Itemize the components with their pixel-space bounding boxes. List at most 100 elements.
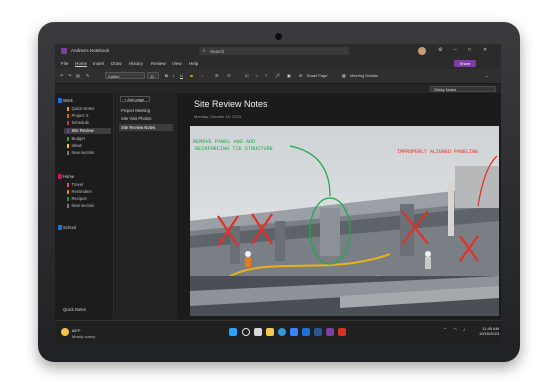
- chevron-up-icon[interactable]: ⌃: [443, 327, 447, 333]
- search-icon: ⌕: [203, 48, 206, 54]
- window-title: Andrea's Notebook: [71, 48, 110, 53]
- font-size-select[interactable]: 11: [147, 72, 159, 79]
- highlight-icon[interactable]: ▰: [190, 72, 193, 80]
- store-icon[interactable]: [290, 328, 298, 336]
- star-tag-icon[interactable]: ☆: [255, 72, 259, 80]
- search-box[interactable]: ⌕ Search: [199, 47, 349, 55]
- section-item[interactable]: Project X: [67, 113, 89, 119]
- question-tag-icon[interactable]: ?: [265, 72, 267, 80]
- file-explorer-icon[interactable]: [266, 328, 274, 336]
- redo-icon[interactable]: ↷: [68, 72, 71, 80]
- bullets-icon[interactable]: ☰: [215, 72, 219, 80]
- undo-icon[interactable]: ↶: [60, 72, 63, 80]
- notebook-icon: [58, 174, 62, 179]
- title-bar: Andrea's Notebook ⌕ Search ⚙ – □ ✕: [55, 44, 501, 59]
- word-icon[interactable]: [314, 328, 322, 336]
- add-page-button[interactable]: + Add page: [120, 96, 150, 102]
- clock[interactable]: 11:45 AM 10/16/2023: [479, 326, 499, 336]
- page-title: Site Review Notes: [194, 99, 268, 109]
- bold-button[interactable]: B: [165, 72, 168, 80]
- avatar[interactable]: [418, 47, 426, 55]
- checkbox-tag-icon[interactable]: ☑: [245, 72, 249, 80]
- search-placeholder: Search: [210, 48, 225, 54]
- font-name-select[interactable]: Calibri: [105, 72, 145, 79]
- immersive-reader-icon[interactable]: ▣: [287, 72, 291, 80]
- menu-history[interactable]: History: [129, 61, 143, 66]
- section-item[interactable]: Reminders: [67, 189, 92, 195]
- site-photo: REMOVE PANEL AND ADD REINFORCING TIE STR…: [190, 126, 499, 316]
- notebook-icon: [58, 225, 62, 230]
- menu-home[interactable]: Home: [75, 61, 87, 66]
- page-item-selected[interactable]: Site Review Notes: [119, 124, 173, 131]
- section-item-selected[interactable]: Site Review: [64, 128, 111, 134]
- annotation-right: IMPROPERLY ALIGNED PANELING: [397, 149, 478, 155]
- windows-start-icon[interactable]: [229, 328, 237, 336]
- outlook-icon[interactable]: [302, 328, 310, 336]
- section-item[interactable]: New section: [67, 150, 94, 156]
- taskbar: 68°F Mostly sunny ⌃ ◠ ♪ 11:45 AM 10/16/2…: [55, 320, 501, 344]
- section-item[interactable]: Quick Notes: [67, 106, 94, 112]
- onenote-app-icon: [61, 48, 67, 54]
- ribbon: ↶ ↷ ▤ ✎ Calibri 11 B I U ▰ A ☰ ☷ ☑ ☆ ? 🎤…: [55, 69, 501, 84]
- weather-temp: 68°F: [72, 328, 81, 333]
- page-item[interactable]: Project Meeting: [119, 107, 173, 114]
- onenote-icon[interactable]: [326, 328, 334, 336]
- notebook-icon: [58, 98, 62, 103]
- sub-toolbar: Sticky Notes: [55, 84, 501, 93]
- ribbon-collapse-icon[interactable]: ⌄: [485, 72, 488, 80]
- close-icon[interactable]: ✕: [483, 47, 487, 53]
- weather-desc: Mostly sunny: [72, 334, 96, 339]
- notebook-home[interactable]: Home: [63, 173, 74, 180]
- menu-bar: File Home Insert Draw History Review Vie…: [55, 59, 501, 69]
- share-button[interactable]: Share: [454, 60, 476, 67]
- menu-insert[interactable]: Insert: [93, 61, 104, 66]
- quick-notes-link[interactable]: Quick Notes: [63, 307, 86, 312]
- volume-icon[interactable]: ♪: [463, 327, 465, 332]
- annotation-left-line-1: REMOVE PANEL AND ADD: [193, 139, 255, 145]
- menu-help[interactable]: Help: [189, 61, 198, 66]
- format-painter-icon[interactable]: ✎: [86, 72, 89, 80]
- page-canvas[interactable]: Site Review Notes Monday, October 16, 20…: [177, 93, 501, 319]
- menu-review[interactable]: Review: [151, 61, 166, 66]
- tablet-device: Andrea's Notebook ⌕ Search ⚙ – □ ✕ File …: [38, 22, 520, 362]
- section-item[interactable]: Ideas: [67, 143, 82, 149]
- notebook-school[interactable]: School: [63, 224, 76, 231]
- section-item[interactable]: Schedule: [67, 120, 89, 126]
- italic-button[interactable]: I: [173, 72, 174, 80]
- wifi-icon[interactable]: ◠: [453, 327, 457, 333]
- section-item[interactable]: Recipes: [67, 196, 87, 202]
- email-page-button[interactable]: Email Page: [307, 72, 327, 80]
- search-icon[interactable]: [242, 328, 250, 336]
- email-page-icon[interactable]: ✉: [299, 72, 302, 80]
- sun-icon: [61, 328, 69, 336]
- annotation-left-line-2: REINFORCING TIE STRUCTURE: [195, 146, 273, 152]
- page-list: + Add page Project Meeting Site Visit Ph…: [115, 93, 177, 319]
- settings-icon[interactable]: ⚙: [438, 47, 442, 53]
- meeting-details-icon[interactable]: ▦: [342, 72, 346, 80]
- edge-icon[interactable]: [278, 328, 286, 336]
- screen: Andrea's Notebook ⌕ Search ⚙ – □ ✕ File …: [55, 44, 501, 344]
- section-item[interactable]: New section: [67, 203, 94, 209]
- menu-file[interactable]: File: [61, 61, 68, 66]
- acrobat-icon[interactable]: [338, 328, 346, 336]
- notebook-nav: Work Quick Notes Project X Schedule Site…: [55, 93, 114, 319]
- numbering-icon[interactable]: ☷: [227, 72, 231, 80]
- notebook-work[interactable]: Work: [63, 97, 73, 104]
- menu-view[interactable]: View: [172, 61, 182, 66]
- clock-date: 10/16/2023: [479, 331, 500, 336]
- clipboard-icon[interactable]: ▤: [76, 72, 80, 80]
- menu-draw[interactable]: Draw: [111, 61, 122, 66]
- front-camera: [275, 33, 282, 40]
- section-item[interactable]: Travel: [67, 182, 83, 188]
- section-item[interactable]: Budget: [67, 136, 85, 142]
- meeting-details-button[interactable]: Meeting Details: [350, 72, 378, 80]
- page-date: Monday, October 16, 2023: [194, 114, 242, 119]
- task-view-icon[interactable]: [254, 328, 262, 336]
- font-color-icon[interactable]: A: [201, 72, 204, 80]
- page-item[interactable]: Site Visit Photos: [119, 115, 173, 122]
- minimize-icon[interactable]: –: [454, 47, 457, 53]
- underline-button[interactable]: U: [180, 72, 183, 80]
- dictate-icon[interactable]: 🎤︎: [275, 72, 280, 80]
- sticky-notes-button[interactable]: Sticky Notes: [430, 85, 496, 92]
- maximize-icon[interactable]: □: [468, 47, 471, 53]
